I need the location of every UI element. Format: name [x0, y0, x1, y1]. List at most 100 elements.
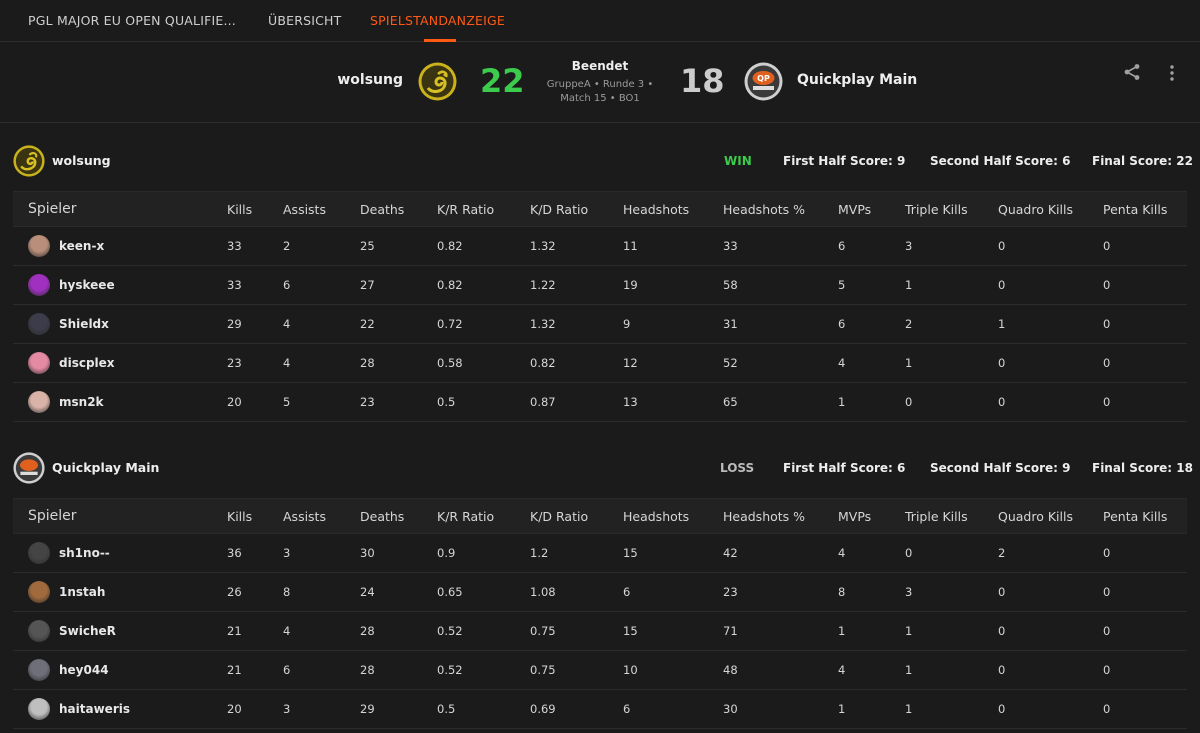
- player-name[interactable]: haitaweris: [59, 702, 130, 716]
- stat-cell: 1: [905, 689, 998, 729]
- player-cell[interactable]: hyskeee: [13, 265, 227, 305]
- player-name[interactable]: SwicheR: [59, 624, 116, 638]
- stat-cell: 48: [723, 650, 838, 690]
- stat-cell: 0: [1103, 226, 1187, 266]
- stat-cell: 1: [905, 611, 998, 651]
- column-header[interactable]: Headshots %: [723, 498, 838, 534]
- player-name[interactable]: 1nstah: [59, 585, 105, 599]
- column-header[interactable]: Deaths: [360, 498, 437, 534]
- team1-first-half: First Half Score: 9: [783, 154, 906, 168]
- column-header[interactable]: Quadro Kills: [998, 498, 1103, 534]
- table-row[interactable]: SwicheR 21 4 28 0.52 0.75 15 71 1 1 0 0: [13, 611, 1187, 651]
- stat-cell: 29: [360, 689, 437, 729]
- column-header[interactable]: Spieler: [13, 498, 227, 534]
- player-cell[interactable]: haitaweris: [13, 689, 227, 729]
- table-row[interactable]: hyskeee 33 6 27 0.82 1.22 19 58 5 1 0 0: [13, 265, 1187, 305]
- table-row[interactable]: keen-x 33 2 25 0.82 1.32 11 33 6 3 0 0: [13, 226, 1187, 266]
- player-cell[interactable]: discplex: [13, 343, 227, 383]
- serpent-logo-icon[interactable]: [418, 62, 457, 101]
- avatar[interactable]: [28, 235, 50, 257]
- team2-name[interactable]: Quickplay Main: [797, 72, 917, 88]
- table-row[interactable]: discplex 23 4 28 0.58 0.82 12 52 4 1 0 0: [13, 343, 1187, 383]
- table-row[interactable]: haitaweris 20 3 29 0.5 0.69 6 30 1 1 0 0: [13, 689, 1187, 729]
- column-header[interactable]: Kills: [227, 498, 283, 534]
- column-header[interactable]: Headshots: [623, 498, 723, 534]
- player-name[interactable]: hey044: [59, 663, 109, 677]
- player-name[interactable]: discplex: [59, 356, 115, 370]
- column-header[interactable]: Penta Kills: [1103, 498, 1187, 534]
- player-cell[interactable]: Shieldx: [13, 304, 227, 344]
- table-header-row: Spieler Kills Assists Deaths K/R Ratio K/D Ra…: [13, 191, 1187, 227]
- player-cell[interactable]: keen-x: [13, 226, 227, 266]
- player-cell[interactable]: msn2k: [13, 382, 227, 422]
- avatar[interactable]: [28, 659, 50, 681]
- table-row[interactable]: sh1no-- 36 3 30 0.9 1.2 15 42 4 0 2 0: [13, 533, 1187, 573]
- stat-cell: 0.82: [437, 226, 530, 266]
- player-cell[interactable]: SwicheR: [13, 611, 227, 651]
- team1-name[interactable]: wolsung: [337, 72, 403, 88]
- player-name[interactable]: Shieldx: [59, 317, 109, 331]
- tab-scoreboard[interactable]: SPIELSTANDANZEIGE: [370, 13, 505, 28]
- stat-cell: 0: [1103, 572, 1187, 612]
- avatar[interactable]: [28, 542, 50, 564]
- stat-cell: 0.75: [530, 650, 623, 690]
- player-name[interactable]: keen-x: [59, 239, 104, 253]
- stat-cell: 28: [360, 611, 437, 651]
- table-row[interactable]: msn2k 20 5 23 0.5 0.87 13 65 1 0 0 0: [13, 382, 1187, 422]
- column-header[interactable]: Assists: [283, 498, 360, 534]
- column-header[interactable]: Quadro Kills: [998, 191, 1103, 227]
- stat-cell: 0: [998, 265, 1103, 305]
- player-name[interactable]: sh1no--: [59, 546, 110, 560]
- column-header[interactable]: K/R Ratio: [437, 498, 530, 534]
- player-name[interactable]: msn2k: [59, 395, 104, 409]
- stat-cell: 36: [227, 533, 283, 573]
- stat-cell: 0: [1103, 533, 1187, 573]
- player-cell[interactable]: hey044: [13, 650, 227, 690]
- team2-label[interactable]: Quickplay Main: [52, 460, 159, 475]
- avatar[interactable]: [28, 313, 50, 335]
- qp-logo-icon[interactable]: QP: [744, 62, 783, 101]
- player-name[interactable]: hyskeee: [59, 278, 115, 292]
- avatar[interactable]: [28, 352, 50, 374]
- table-row[interactable]: 1nstah 26 8 24 0.65 1.08 6 23 8 3 0 0: [13, 572, 1187, 612]
- avatar[interactable]: [28, 391, 50, 413]
- column-header[interactable]: Assists: [283, 191, 360, 227]
- column-header[interactable]: Deaths: [360, 191, 437, 227]
- avatar[interactable]: [28, 620, 50, 642]
- column-header[interactable]: K/R Ratio: [437, 191, 530, 227]
- stat-cell: 4: [838, 343, 905, 383]
- column-header[interactable]: Spieler: [13, 191, 227, 227]
- team1-result: WIN: [724, 154, 752, 168]
- stat-cell: 0: [998, 611, 1103, 651]
- stat-cell: 0.72: [437, 304, 530, 344]
- avatar[interactable]: [28, 581, 50, 603]
- team2-result: LOSS: [720, 461, 755, 475]
- column-header[interactable]: MVPs: [838, 191, 905, 227]
- stat-cell: 27: [360, 265, 437, 305]
- column-header[interactable]: MVPs: [838, 498, 905, 534]
- column-header[interactable]: K/D Ratio: [530, 498, 623, 534]
- column-header[interactable]: Penta Kills: [1103, 191, 1187, 227]
- avatar[interactable]: [28, 698, 50, 720]
- more-vertical-icon[interactable]: [1168, 65, 1176, 85]
- column-header[interactable]: Triple Kills: [905, 191, 998, 227]
- player-cell[interactable]: sh1no--: [13, 533, 227, 573]
- tab-event[interactable]: PGL MAJOR EU OPEN QUALIFIE...: [28, 13, 236, 28]
- column-header[interactable]: Triple Kills: [905, 498, 998, 534]
- column-header[interactable]: Headshots %: [723, 191, 838, 227]
- stat-cell: 6: [838, 226, 905, 266]
- avatar[interactable]: [28, 274, 50, 296]
- stat-cell: 0: [998, 572, 1103, 612]
- column-header[interactable]: Kills: [227, 191, 283, 227]
- table-row[interactable]: hey044 21 6 28 0.52 0.75 10 48 4 1 0 0: [13, 650, 1187, 690]
- table-row[interactable]: Shieldx 29 4 22 0.72 1.32 9 31 6 2 1 0: [13, 304, 1187, 344]
- team1-label[interactable]: wolsung: [52, 153, 111, 168]
- stat-cell: 0: [998, 343, 1103, 383]
- share-icon[interactable]: [1123, 63, 1141, 85]
- stat-cell: 2: [283, 226, 360, 266]
- stat-cell: 25: [360, 226, 437, 266]
- player-cell[interactable]: 1nstah: [13, 572, 227, 612]
- tab-overview[interactable]: ÜBERSICHT: [268, 13, 342, 28]
- column-header[interactable]: K/D Ratio: [530, 191, 623, 227]
- column-header[interactable]: Headshots: [623, 191, 723, 227]
